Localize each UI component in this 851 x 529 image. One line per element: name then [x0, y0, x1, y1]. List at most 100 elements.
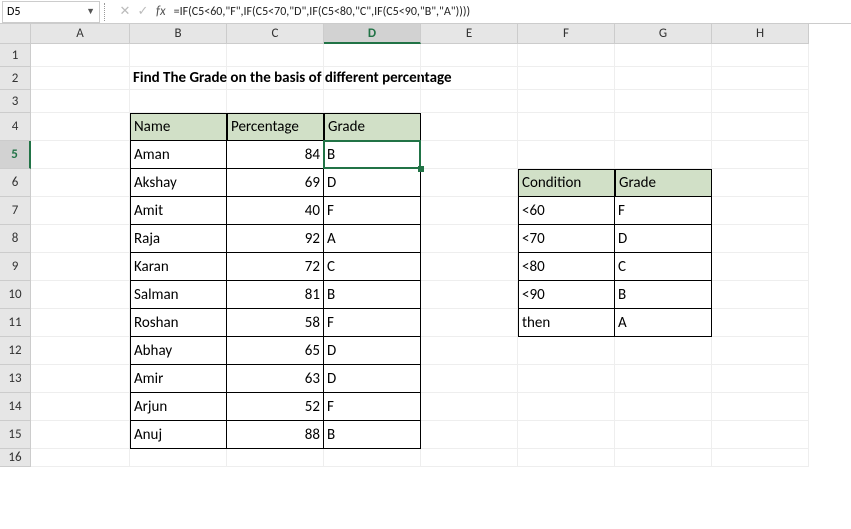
row-header-4[interactable]: 4	[0, 113, 31, 141]
table-cell-name[interactable]: Abhay	[130, 337, 227, 365]
cell[interactable]	[421, 113, 518, 141]
cancel-icon[interactable]: ✕	[116, 4, 134, 19]
table-cell-grade[interactable]: D	[324, 337, 421, 365]
cell[interactable]	[421, 90, 518, 113]
cell[interactable]	[421, 67, 518, 90]
cell[interactable]	[130, 44, 227, 67]
table-cell-name[interactable]: Raja	[130, 225, 227, 253]
cell[interactable]	[324, 449, 421, 467]
cell[interactable]	[421, 44, 518, 67]
row-header-3[interactable]: 3	[0, 90, 31, 113]
table-cell-grade[interactable]: F	[324, 393, 421, 421]
col-header-C[interactable]: C	[227, 24, 324, 44]
cell[interactable]	[227, 449, 324, 467]
table-cell-percentage[interactable]: 58	[227, 309, 324, 337]
table-cell-percentage[interactable]: 65	[227, 337, 324, 365]
cell[interactable]	[712, 141, 809, 169]
table-header[interactable]: Percentage	[227, 113, 324, 141]
col-header-E[interactable]: E	[421, 24, 518, 44]
row-header-5[interactable]: 5	[0, 141, 31, 169]
cell[interactable]	[712, 225, 809, 253]
table-cell-grade[interactable]: C	[324, 253, 421, 281]
cell[interactable]	[615, 44, 712, 67]
cell[interactable]	[712, 253, 809, 281]
col-header-B[interactable]: B	[130, 24, 227, 44]
cell[interactable]	[31, 67, 130, 90]
col-header-F[interactable]: F	[518, 24, 615, 44]
col-header-H[interactable]: H	[712, 24, 809, 44]
cell[interactable]	[31, 225, 130, 253]
table-cell-percentage[interactable]: 81	[227, 281, 324, 309]
table-cell-name[interactable]: Akshay	[130, 169, 227, 197]
cells[interactable]: Find The Grade on the basis of different…	[31, 44, 809, 467]
cell[interactable]	[324, 90, 421, 113]
cell[interactable]	[518, 449, 615, 467]
row-header-2[interactable]: 2	[0, 67, 31, 90]
cell[interactable]	[712, 169, 809, 197]
table-cell-grade[interactable]: A	[324, 225, 421, 253]
cell[interactable]	[712, 113, 809, 141]
cell[interactable]	[518, 67, 615, 90]
cell[interactable]	[31, 169, 130, 197]
row-header-12[interactable]: 12	[0, 337, 31, 365]
fx-icon[interactable]: fx	[156, 4, 166, 19]
col-header-D[interactable]: D	[324, 24, 421, 44]
cell[interactable]	[712, 449, 809, 467]
table-cell-grade[interactable]: F	[324, 197, 421, 225]
cell[interactable]	[518, 90, 615, 113]
table-cell-grade[interactable]: D	[324, 365, 421, 393]
lookup-header[interactable]: Grade	[615, 169, 712, 197]
row-header-13[interactable]: 13	[0, 365, 31, 393]
table-cell-name[interactable]: Amit	[130, 197, 227, 225]
name-box-dropdown-icon[interactable]: ▼	[86, 6, 95, 17]
cell[interactable]	[712, 281, 809, 309]
lookup-cell-condition[interactable]: <70	[518, 225, 615, 253]
table-cell-percentage[interactable]: 63	[227, 365, 324, 393]
cell[interactable]	[421, 337, 518, 365]
cell[interactable]	[324, 44, 421, 67]
cell[interactable]	[421, 449, 518, 467]
cell[interactable]	[421, 309, 518, 337]
table-cell-percentage[interactable]: 88	[227, 421, 324, 449]
cell[interactable]	[421, 253, 518, 281]
cell[interactable]	[518, 393, 615, 421]
row-header-15[interactable]: 15	[0, 421, 31, 449]
table-cell-name[interactable]: Karan	[130, 253, 227, 281]
cell[interactable]	[31, 253, 130, 281]
table-cell-percentage[interactable]: 40	[227, 197, 324, 225]
table-cell-percentage[interactable]: 52	[227, 393, 324, 421]
table-cell-name[interactable]: Roshan	[130, 309, 227, 337]
cell[interactable]	[421, 225, 518, 253]
cell[interactable]	[712, 337, 809, 365]
cell[interactable]	[31, 365, 130, 393]
lookup-cell-condition[interactable]: then	[518, 309, 615, 337]
cell[interactable]	[712, 421, 809, 449]
name-box[interactable]: D5 ▼	[2, 1, 100, 23]
cell[interactable]	[615, 421, 712, 449]
cell[interactable]	[421, 197, 518, 225]
lookup-cell-grade[interactable]: B	[615, 281, 712, 309]
cell[interactable]	[421, 281, 518, 309]
row-header-9[interactable]: 9	[0, 253, 31, 281]
cell[interactable]	[712, 44, 809, 67]
table-cell-percentage[interactable]: 92	[227, 225, 324, 253]
cell[interactable]	[130, 449, 227, 467]
table-cell-name[interactable]: Amir	[130, 365, 227, 393]
cell[interactable]	[615, 365, 712, 393]
row-header-14[interactable]: 14	[0, 393, 31, 421]
row-header-6[interactable]: 6	[0, 169, 31, 197]
cell[interactable]	[712, 90, 809, 113]
cell[interactable]	[324, 67, 421, 90]
cell[interactable]	[712, 309, 809, 337]
table-cell-grade[interactable]: B	[324, 281, 421, 309]
cell[interactable]	[421, 365, 518, 393]
cell[interactable]	[712, 67, 809, 90]
col-header-A[interactable]: A	[31, 24, 130, 44]
table-cell-grade[interactable]: F	[324, 309, 421, 337]
cell[interactable]	[31, 449, 130, 467]
lookup-cell-grade[interactable]: D	[615, 225, 712, 253]
lookup-cell-condition[interactable]: <90	[518, 281, 615, 309]
cell[interactable]	[421, 169, 518, 197]
cell[interactable]	[31, 421, 130, 449]
cell[interactable]	[518, 365, 615, 393]
